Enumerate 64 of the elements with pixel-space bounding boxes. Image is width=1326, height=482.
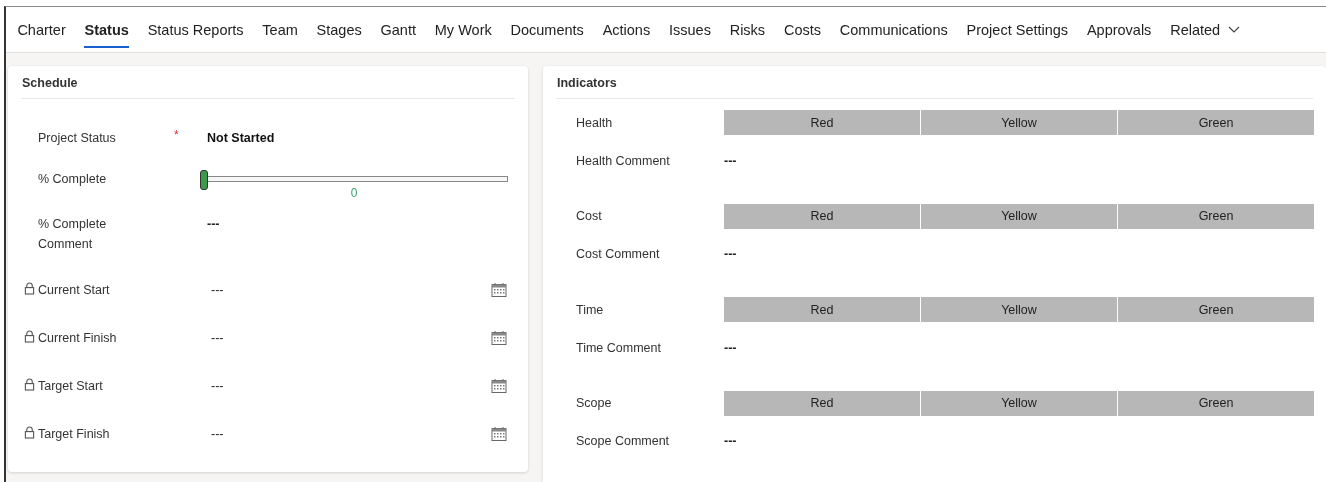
option-button[interactable]: Red <box>724 390 920 416</box>
tab[interactable]: Stages <box>307 7 372 52</box>
slider-value: 0 <box>350 186 358 200</box>
option-button[interactable]: Yellow <box>921 203 1117 229</box>
field-label: Project Status <box>38 130 116 147</box>
tab[interactable]: Actions <box>593 7 660 52</box>
option-button[interactable]: Green <box>1118 110 1314 135</box>
tab[interactable]: Costs <box>774 7 831 52</box>
field-value: --- <box>724 340 737 355</box>
field-label: Scope Comment <box>575 434 671 448</box>
tab[interactable]: Gantt <box>371 7 426 52</box>
field-label: Health Comment <box>575 153 671 168</box>
option-button[interactable]: Yellow <box>921 110 1117 135</box>
calendar-icon[interactable] <box>491 426 507 442</box>
slider-thumb[interactable] <box>199 170 208 190</box>
option-button[interactable]: Yellow <box>921 390 1117 416</box>
field-value: --- <box>724 153 737 168</box>
calendar-icon[interactable] <box>491 330 507 346</box>
option-button[interactable]: Green <box>1118 203 1314 229</box>
field-label: Cost <box>575 209 603 223</box>
field-label: Time <box>575 302 605 317</box>
section-title: Schedule <box>21 75 79 92</box>
tab[interactable]: Issues <box>659 7 721 52</box>
field-label: Target Start <box>38 378 103 395</box>
calendar-icon[interactable] <box>491 378 507 394</box>
field-value: --- <box>210 282 224 299</box>
option-button[interactable]: Red <box>724 203 920 229</box>
tab[interactable]: Status Reports <box>138 7 253 52</box>
option-button[interactable]: Green <box>1118 390 1314 416</box>
tab[interactable]: Risks <box>720 7 775 52</box>
tab[interactable]: Related <box>1160 7 1250 52</box>
field-value: --- <box>210 378 224 395</box>
field-value: --- <box>207 216 220 233</box>
calendar-icon[interactable] <box>491 282 507 298</box>
option-button[interactable]: Yellow <box>921 297 1117 322</box>
field-label: Scope <box>575 396 613 410</box>
tab[interactable]: Status <box>75 7 139 52</box>
option-button[interactable]: Red <box>724 297 920 322</box>
tab[interactable]: Team <box>252 7 308 52</box>
tab[interactable]: Documents <box>501 7 594 52</box>
field-label: Time Comment <box>575 340 662 355</box>
field-label: % Complete Comment <box>38 216 108 253</box>
tab[interactable]: My Work <box>425 7 502 52</box>
field-label: Target Finish <box>38 426 110 443</box>
field-value: --- <box>210 330 224 347</box>
field-label: % Complete <box>38 171 107 188</box>
required-mark: * <box>174 128 179 142</box>
option-button[interactable]: Green <box>1118 297 1314 322</box>
field-value[interactable]: Not Started <box>207 128 275 148</box>
section-title: Indicators <box>556 75 618 92</box>
chevron-down-icon <box>1228 25 1241 34</box>
field-label: Current Finish <box>38 330 117 347</box>
option-button[interactable]: Red <box>724 110 920 135</box>
field-value: --- <box>210 426 224 443</box>
tab[interactable]: Communications <box>830 7 958 52</box>
tab[interactable]: Charter <box>8 7 76 52</box>
field-label: Cost Comment <box>575 247 661 261</box>
field-label: Health <box>575 115 614 130</box>
field-value: --- <box>724 434 737 448</box>
field-label: Current Start <box>38 282 110 299</box>
tab[interactable]: Approvals <box>1077 7 1161 52</box>
tab[interactable]: Project Settings <box>957 7 1078 52</box>
field-value: --- <box>724 247 737 261</box>
slider-track[interactable] <box>200 170 508 188</box>
